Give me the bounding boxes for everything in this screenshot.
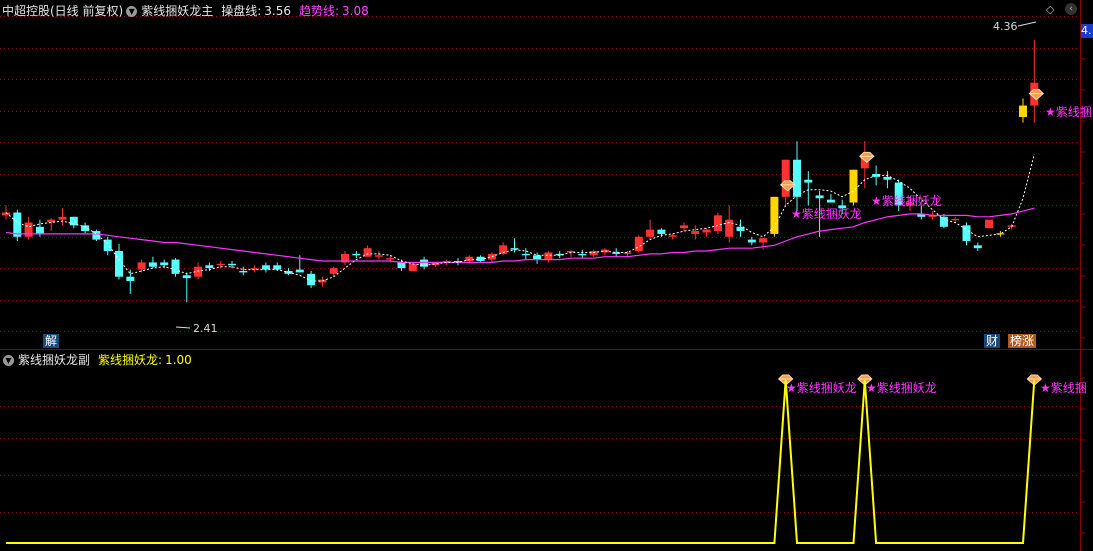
candle-body (137, 262, 146, 270)
candle-body (747, 239, 756, 243)
candle-body (634, 236, 643, 252)
candle-body (171, 259, 180, 274)
candle-body (386, 258, 395, 260)
tag-cai[interactable]: 财 (984, 334, 1001, 348)
candle-body (329, 268, 338, 274)
candle-body (985, 219, 994, 229)
candle-body (589, 251, 598, 256)
candle-body (815, 195, 824, 199)
price-axis-tag: 4. (1081, 24, 1093, 38)
candle-body (1019, 105, 1027, 117)
signal-value: 1.00 (165, 353, 192, 367)
candle-body (646, 229, 655, 237)
diamond-nav-icon[interactable]: ◇ (1046, 4, 1058, 16)
candle-body (759, 238, 768, 243)
candle-body (408, 263, 417, 271)
signal-label-main-1: ★紫线捆妖龙 (791, 207, 862, 221)
candle-body (194, 266, 203, 277)
candle-body (261, 265, 270, 270)
ops-line-label: 操盘线: (221, 4, 262, 18)
candle-body (793, 159, 801, 197)
candle-body (374, 255, 383, 257)
candle-body (804, 179, 813, 183)
indicator-menu-icon[interactable]: ▼ (126, 5, 138, 17)
low-price-label: 2.41 (193, 322, 218, 335)
candle-body (702, 229, 711, 233)
candle-body (713, 215, 722, 232)
high-pointer (1017, 21, 1037, 27)
low-pointer (175, 326, 191, 329)
candle-body (58, 216, 67, 220)
candle-body (939, 216, 948, 227)
candle-body (962, 225, 971, 242)
candle-body (623, 252, 632, 254)
ops-line (5, 153, 1035, 282)
signal-label-sub-2: ★紫线捆妖龙 (866, 381, 937, 395)
signal-label-main-3: ★紫线捆 (1045, 105, 1092, 119)
candle-body (476, 256, 485, 262)
candle-body (691, 231, 700, 234)
sub-header: ▼ 紫线捆妖龙副 紫线捆妖龙: 1.00 (2, 351, 192, 369)
tag-bangzhang[interactable]: 榜涨 (1008, 334, 1037, 348)
candle-body (826, 199, 835, 203)
candle-body (205, 265, 214, 269)
candle-body (182, 275, 191, 279)
main-header: 中超控股(日线 前复权) ▼ 紫线捆妖龙主 操盘线: 3.56 趋势线: 3.0… (2, 2, 369, 20)
sub-indicator-menu-icon[interactable]: ▼ (3, 354, 14, 366)
candle-body (148, 262, 157, 267)
candle-body (160, 262, 169, 266)
candle-body (228, 263, 236, 266)
signal-label-sub-3: ★紫线捆 (1040, 381, 1087, 395)
candle-body (781, 159, 790, 197)
candle-body (420, 259, 429, 267)
candle-body (295, 269, 304, 273)
candle-body (544, 252, 553, 260)
indicator-name[interactable]: 紫线捆妖龙主 (141, 2, 213, 20)
candle-body (397, 262, 406, 269)
candle-body (216, 263, 225, 266)
trend-line-value: 3.08 (342, 4, 369, 18)
candle-body (680, 225, 688, 229)
kline-chart-canvas[interactable] (0, 0, 1093, 551)
trend-line-label: 趋势线: (298, 4, 340, 18)
signal-line (6, 379, 1036, 544)
candle-body (521, 253, 530, 256)
candle-body (273, 265, 282, 270)
tag-jie[interactable]: 解 (43, 334, 60, 348)
trend-line (5, 207, 1035, 263)
candle-body (510, 248, 519, 250)
stock-title[interactable]: 中超控股(日线 前复权) (2, 2, 123, 20)
candle-body (770, 196, 779, 234)
candle-body (35, 226, 44, 234)
sub-indicator-name[interactable]: 紫线捆妖龙副 (18, 351, 90, 369)
candle-body (239, 270, 248, 273)
candle-body (126, 276, 135, 281)
candle-body (24, 222, 33, 237)
candle-body (668, 235, 677, 237)
candle-body (352, 253, 361, 256)
candle-body (578, 253, 587, 256)
candle-body (533, 255, 542, 260)
high-price-label: 4.36 (993, 20, 1018, 33)
chevron-left-icon[interactable]: ‹ (1065, 3, 1077, 15)
candle-body (849, 169, 858, 203)
signal-label-main-2: ★紫线捆妖龙 (871, 194, 942, 208)
candle-body (657, 229, 666, 234)
signal-label: 紫线捆妖龙: (98, 353, 163, 367)
candle-body (465, 256, 474, 262)
signal-label-sub-1: ★紫线捆妖龙 (786, 381, 857, 395)
candle-body (92, 231, 101, 240)
ops-line-value: 3.56 (264, 4, 291, 18)
candle-body (973, 245, 982, 249)
